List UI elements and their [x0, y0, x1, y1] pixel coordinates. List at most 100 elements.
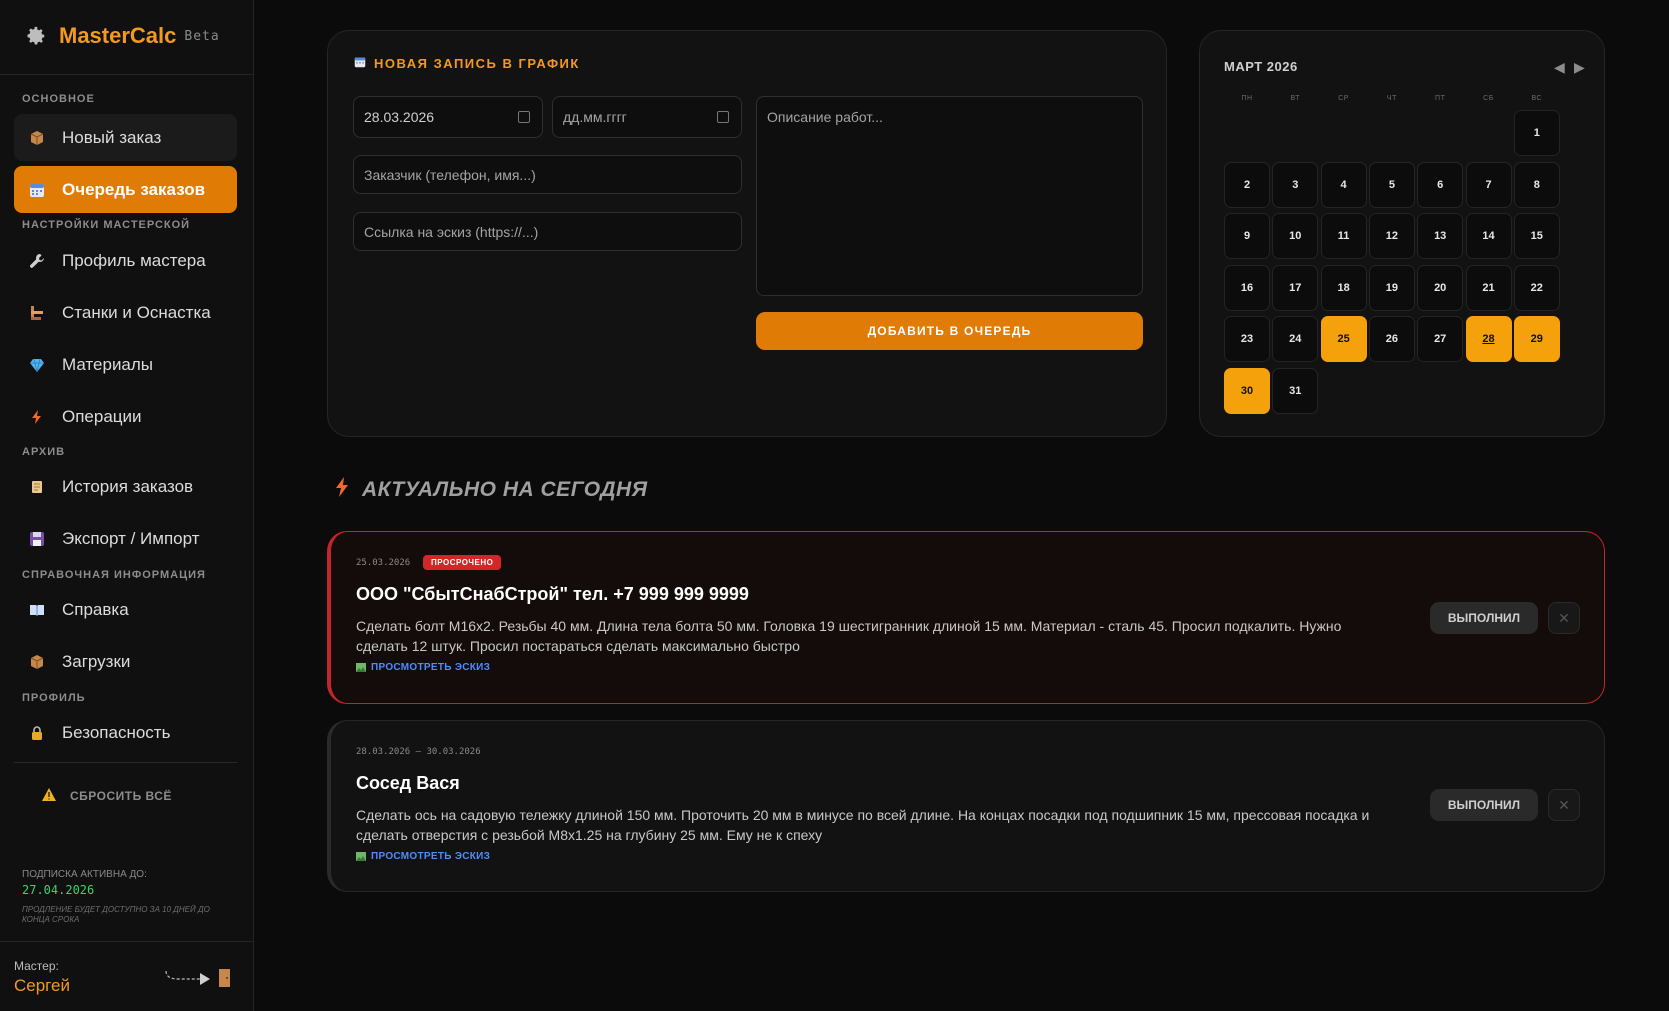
calendar-day-1[interactable]: 1	[1513, 110, 1560, 156]
calendar-day-25[interactable]: 25	[1320, 316, 1367, 362]
sketch-url-placeholder: Ссылка на эскиз (https://...)	[364, 223, 539, 240]
date-picker-icon[interactable]	[518, 111, 530, 123]
sidebar-item-label: Станки и Оснастка	[62, 302, 211, 322]
weekday-label: ПН	[1241, 95, 1253, 102]
calendar-day-22[interactable]: 22	[1513, 264, 1560, 311]
gear-icon	[27, 26, 45, 45]
end-date-placeholder: дд.мм.гггг	[563, 109, 627, 125]
calendar-day-9[interactable]: 9	[1224, 213, 1270, 259]
calendar-day-16[interactable]: 16	[1224, 264, 1270, 311]
calendar-day-20[interactable]: 20	[1417, 264, 1464, 311]
sidebar-item-label: Справка	[62, 599, 129, 619]
weekday-label: СБ	[1483, 95, 1494, 102]
start-date-input[interactable]: 28.03.2026	[353, 96, 543, 138]
end-date-input[interactable]: дд.мм.гггг	[552, 96, 742, 138]
lightning-icon	[28, 408, 46, 426]
close-icon[interactable]: ✕	[1548, 789, 1580, 821]
calendar-day-12[interactable]: 12	[1368, 213, 1415, 259]
calendar-day-13[interactable]: 13	[1417, 213, 1464, 259]
weekday-label: ЧТ	[1386, 95, 1397, 102]
done-button[interactable]: ВЫПОЛНИЛ	[1430, 789, 1538, 821]
done-button[interactable]: ВЫПОЛНИЛ	[1430, 602, 1538, 634]
calendar-day-6[interactable]: 6	[1417, 161, 1464, 208]
close-icon[interactable]: ✕	[1548, 602, 1580, 634]
sidebar-item-queue[interactable]: Очередь заказов	[14, 166, 237, 213]
task-card: 28.03.2026 — 30.03.2026 Сосед Вася Сдела…	[327, 720, 1605, 892]
sidebar-item-history[interactable]: История заказов	[14, 463, 237, 510]
sidebar-item-export[interactable]: Экспорт / Импорт	[14, 515, 237, 562]
task-title: Сосед Вася	[356, 773, 460, 793]
sidebar-item-security[interactable]: Безопасность	[14, 709, 237, 756]
calendar-day-30[interactable]: 30	[1224, 367, 1270, 414]
image-icon	[356, 852, 366, 861]
view-sketch-link[interactable]: ПРОСМОТРЕТЬ ЭСКИЗ	[356, 851, 490, 862]
calendar-day-24[interactable]: 24	[1272, 316, 1319, 362]
sidebar-item-new-order[interactable]: Новый заказ	[14, 114, 237, 161]
weekday-label: ВС	[1531, 95, 1543, 102]
calendar-day-15[interactable]: 15	[1513, 213, 1560, 259]
section-profile: ПРОФИЛЬ	[22, 692, 86, 704]
calendar-day-2[interactable]: 2	[1224, 161, 1270, 208]
sidebar-item-materials[interactable]: Материалы	[14, 341, 237, 388]
add-to-queue-button[interactable]: ДОБАВИТЬ В ОЧЕРЕДЬ	[756, 312, 1143, 350]
sketch-url-input[interactable]: Ссылка на эскиз (https://...)	[353, 212, 742, 251]
calendar-day-17[interactable]: 17	[1272, 264, 1319, 311]
sidebar-item-label: Очередь заказов	[62, 179, 206, 199]
customer-input[interactable]: Заказчик (телефон, имя...)	[353, 155, 742, 194]
calendar-month-title: МАРТ 2026	[1224, 59, 1298, 74]
calendar-next-button[interactable]: ▶	[1574, 59, 1585, 76]
view-sketch-link[interactable]: ПРОСМОТРЕТЬ ЭСКИЗ	[356, 662, 490, 673]
calendar-day-7[interactable]: 7	[1465, 161, 1512, 208]
app-root: MasterCalc Beta ОСНОВНОЕ Новый заказ Оче…	[0, 0, 1669, 1011]
calendar-panel: МАРТ 2026 ◀ ▶ ПН ВТ СР ЧТ ПТ СБ ВС 1 2 3 4 5 6 7 8 9 10 1…	[1199, 30, 1605, 437]
scroll-icon	[28, 478, 46, 496]
master-name: Сергей	[14, 976, 70, 995]
sidebar-item-help[interactable]: Справка	[14, 586, 237, 633]
calendar-day-5[interactable]: 5	[1368, 161, 1415, 208]
calendar-day-29[interactable]: 29	[1513, 316, 1560, 362]
calendar-day-31[interactable]: 31	[1272, 367, 1319, 414]
sidebar-item-label: Новый заказ	[62, 127, 162, 147]
calendar-day-19[interactable]: 19	[1368, 264, 1415, 311]
brand-divider	[0, 74, 254, 75]
calendar-day-28[interactable]: 28	[1465, 316, 1512, 362]
beta-badge: Beta	[184, 28, 220, 44]
calendar-day-23[interactable]: 23	[1224, 316, 1270, 362]
calendar-day-26[interactable]: 26	[1368, 316, 1415, 362]
calendar-day-27[interactable]: 27	[1417, 316, 1464, 362]
calendar-day-3[interactable]: 3	[1272, 161, 1319, 208]
logout-button[interactable]	[164, 965, 234, 989]
calendar-day-18[interactable]: 18	[1320, 264, 1367, 311]
package-icon	[28, 653, 46, 671]
calendar-day-11[interactable]: 11	[1320, 213, 1367, 259]
sidebar: MasterCalc Beta ОСНОВНОЕ Новый заказ Оче…	[0, 0, 254, 1011]
calendar-day-8[interactable]: 8	[1513, 161, 1560, 208]
form-title: НОВАЯ ЗАПИСЬ В ГРАФИК	[354, 56, 580, 71]
calendar-day-14[interactable]: 14	[1465, 213, 1512, 259]
sidebar-item-operations[interactable]: Операции	[14, 393, 237, 440]
overdue-badge: ПРОСРОЧЕНО	[423, 555, 502, 570]
sidebar-item-label: Экспорт / Импорт	[62, 528, 200, 548]
brand[interactable]: MasterCalc Beta	[25, 22, 220, 50]
today-heading: АКТУАЛЬНО НА СЕГОДНЯ	[334, 477, 648, 503]
sidebar-item-master-profile[interactable]: Профиль мастера	[14, 237, 237, 284]
weekday-label: ВТ	[1290, 95, 1301, 102]
task-date: 28.03.2026 — 30.03.2026	[356, 747, 481, 757]
book-icon	[28, 601, 46, 619]
description-textarea[interactable]: Описание работ...	[756, 96, 1143, 296]
calendar-day-4[interactable]: 4	[1320, 161, 1367, 208]
task-description: Сделать ось на садовую тележку длиной 15…	[356, 807, 1370, 843]
calendar-day-10[interactable]: 10	[1272, 213, 1319, 259]
calendar-prev-button[interactable]: ◀	[1554, 59, 1565, 76]
today-heading-text: АКТУАЛЬНО НА СЕГОДНЯ	[362, 478, 648, 501]
section-workshop: НАСТРОЙКИ МАСТЕРСКОЙ	[22, 219, 191, 231]
calendar-day-21[interactable]: 21	[1465, 264, 1512, 311]
reset-label: СБРОСИТЬ ВСЁ	[70, 789, 172, 803]
sidebar-item-downloads[interactable]: Загрузки	[14, 638, 237, 685]
reset-all-button[interactable]: СБРОСИТЬ ВСЁ	[42, 788, 172, 804]
date-picker-icon[interactable]	[717, 111, 729, 123]
task-date: 25.03.2026	[356, 558, 411, 568]
sidebar-item-label: Операции	[62, 406, 142, 426]
package-icon	[28, 129, 46, 147]
sidebar-item-machines[interactable]: Станки и Оснастка	[14, 289, 237, 336]
